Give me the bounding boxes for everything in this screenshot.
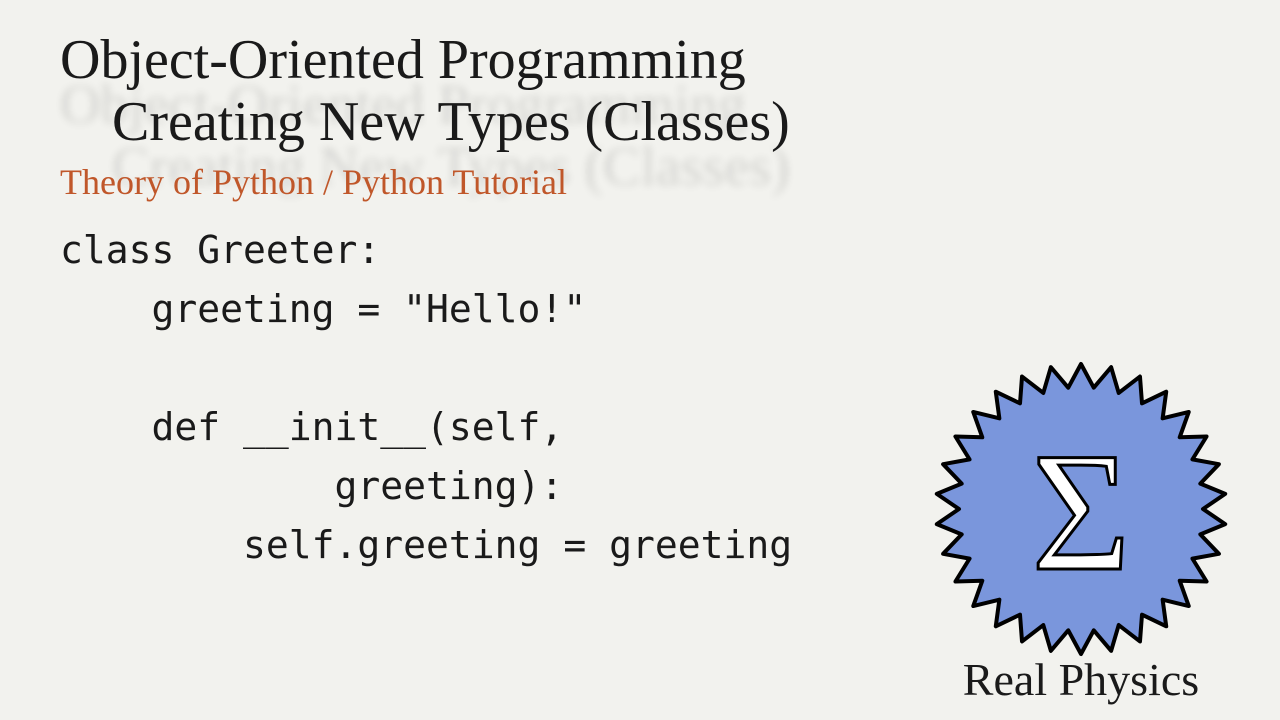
title-line-2: Creating New Types (Classes)	[112, 92, 1220, 154]
slide: Object-Oriented Programming Creating New…	[0, 0, 1280, 720]
subtitle: Theory of Python / Python Tutorial	[60, 161, 1220, 203]
brand-label: Real Physics	[926, 653, 1236, 706]
sigma-gear-icon: Σ	[931, 359, 1231, 659]
brand-logo: Σ Real Physics	[926, 359, 1236, 706]
sigma-glyph: Σ	[1032, 418, 1131, 606]
title-line-1: Object-Oriented Programming	[60, 30, 1220, 92]
